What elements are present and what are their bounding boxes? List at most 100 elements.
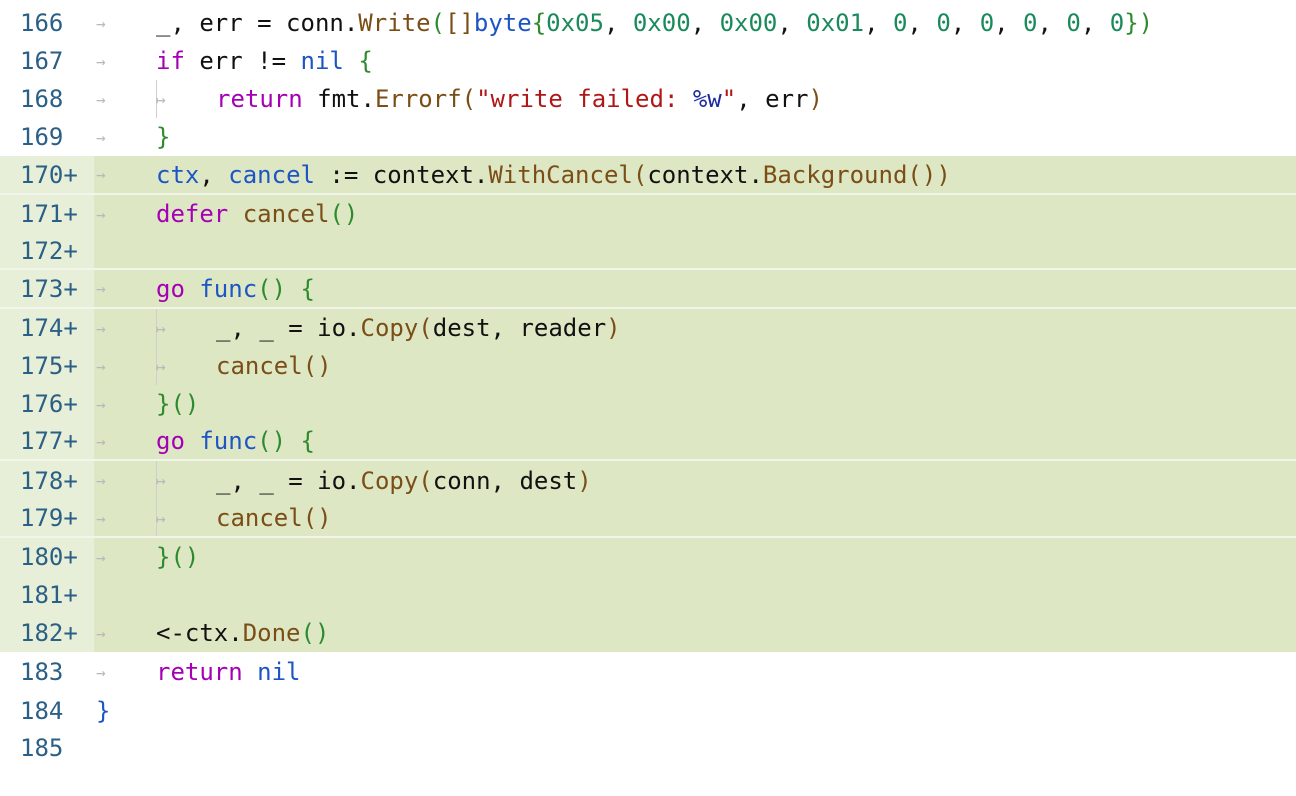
code-token: defer — [156, 200, 229, 228]
line-number: 184 — [20, 696, 64, 725]
code-token: , — [777, 9, 807, 37]
diff-added-marker: + — [63, 504, 78, 532]
line-gutter: 168 — [0, 80, 94, 118]
line-number: 181 — [20, 581, 64, 609]
code-token: () — [257, 274, 287, 303]
code-text: }() — [156, 390, 199, 418]
code-token: err != — [184, 47, 301, 75]
code-line-167: 167 → if err != nil { — [0, 42, 1296, 80]
code-content: → go func() { — [94, 423, 1296, 459]
code-token: if — [156, 47, 185, 75]
code-line-184: 184} — [0, 692, 1296, 729]
code-token: " — [721, 85, 737, 113]
code-content: → defer cancel() — [94, 195, 1296, 233]
diff-added-marker: + — [63, 390, 78, 418]
code-token: , — [907, 9, 937, 37]
line-gutter: 174 + — [0, 309, 94, 347]
code-token: return — [156, 658, 243, 686]
code-token: () — [302, 504, 332, 532]
code-line-175: 175 + → ↦ cancel() — [0, 347, 1296, 385]
code-token: "write failed: — [476, 85, 693, 113]
code-content: → ↦ _, _ = io.Copy(conn, dest) — [94, 461, 1296, 500]
code-token: _, err = conn. — [156, 9, 359, 37]
code-token: ctx — [156, 160, 200, 189]
code-text: _, _ = io.Copy(dest, reader) — [216, 314, 621, 342]
code-token: { — [300, 274, 315, 303]
code-line-166: 166 → _, err = conn.Write([]byte{0x05, 0x0… — [0, 4, 1296, 42]
code-token: Copy — [360, 466, 419, 495]
tab-arrow-icon: → — [96, 204, 106, 224]
line-number: 172 — [20, 236, 64, 265]
code-token: () — [170, 390, 200, 418]
line-gutter: 184 — [0, 692, 94, 729]
code-token: () — [329, 200, 359, 228]
code-token: } — [1124, 9, 1139, 37]
code-token: func — [199, 274, 258, 303]
line-number: 176 — [20, 390, 64, 418]
code-token: cancel — [216, 504, 303, 532]
tab-arrow-icon: → — [96, 279, 106, 298]
code-token: 0 — [1066, 9, 1081, 37]
diff-added-marker: + — [63, 160, 78, 189]
line-gutter: 172 + — [0, 233, 94, 268]
code-token: ( — [461, 85, 477, 113]
code-token: Copy — [360, 314, 419, 342]
tab-arrow-icon: → — [96, 13, 106, 33]
diff-added-marker: + — [63, 314, 78, 342]
tab-arrow-icon: → — [96, 471, 106, 490]
code-token: cancel — [228, 160, 315, 189]
code-token: 0 — [936, 9, 951, 37]
line-number: 178 — [20, 466, 64, 495]
tab-arrow-icon: → — [96, 318, 106, 338]
line-gutter: 183 — [0, 652, 94, 692]
line-gutter: 170 + — [0, 156, 94, 193]
tab-arrow-icon: → — [96, 394, 106, 414]
code-text: return fmt.Errorf("write failed: %w", er… — [216, 85, 823, 113]
nested-tab-arrow-icon: ↦ — [156, 508, 166, 528]
code-token: _, _ = io. — [216, 466, 361, 495]
code-content: →}() — [94, 538, 1296, 576]
code-line-171: 171 + → defer cancel() — [0, 195, 1296, 233]
code-token: () — [302, 352, 332, 380]
tab-arrow-icon: → — [96, 662, 106, 682]
code-content: →} — [94, 118, 1296, 156]
line-number: 174 — [20, 314, 64, 342]
code-token: 0x05 — [546, 9, 604, 37]
line-gutter: 181 + — [0, 576, 94, 614]
diff-added-marker: + — [63, 466, 78, 495]
nested-tab-arrow-icon: ↦ — [156, 318, 166, 338]
code-line-177: 177 + → go func() { — [0, 423, 1296, 461]
code-token: %w — [692, 85, 722, 113]
code-token: () — [907, 160, 937, 189]
code-token: , err — [736, 85, 809, 113]
code-token: nil — [257, 658, 301, 686]
line-number: 170 — [20, 160, 64, 189]
code-text: <-ctx.Done() — [156, 619, 329, 647]
code-text: return nil — [156, 658, 301, 686]
line-number: 173 — [20, 274, 64, 303]
code-token: ) — [577, 466, 592, 495]
code-token: byte — [473, 9, 532, 37]
code-text: cancel() — [216, 504, 332, 532]
line-gutter: 171 + — [0, 195, 94, 233]
code-token: , — [199, 160, 229, 189]
code-line-176: 176 + → }() — [0, 385, 1296, 423]
line-gutter: 175 + — [0, 347, 94, 385]
code-token: _, _ = io. — [216, 314, 361, 342]
code-token: () — [300, 619, 330, 647]
tab-arrow-icon: → — [96, 356, 106, 376]
line-number: 185 — [20, 733, 64, 762]
line-gutter: 166 — [0, 4, 94, 42]
code-token: ( — [418, 314, 433, 342]
line-gutter: 185 — [0, 729, 94, 766]
line-gutter: 178 + — [0, 461, 94, 500]
code-token: , — [1080, 9, 1110, 37]
code-token: } — [96, 696, 111, 725]
code-token: ( — [632, 160, 648, 189]
code-content: → ↦ cancel() — [94, 347, 1296, 385]
code-text: ctx, cancel := context.WithCancel(contex… — [156, 161, 951, 189]
code-content: → if err != nil { — [94, 42, 1296, 80]
